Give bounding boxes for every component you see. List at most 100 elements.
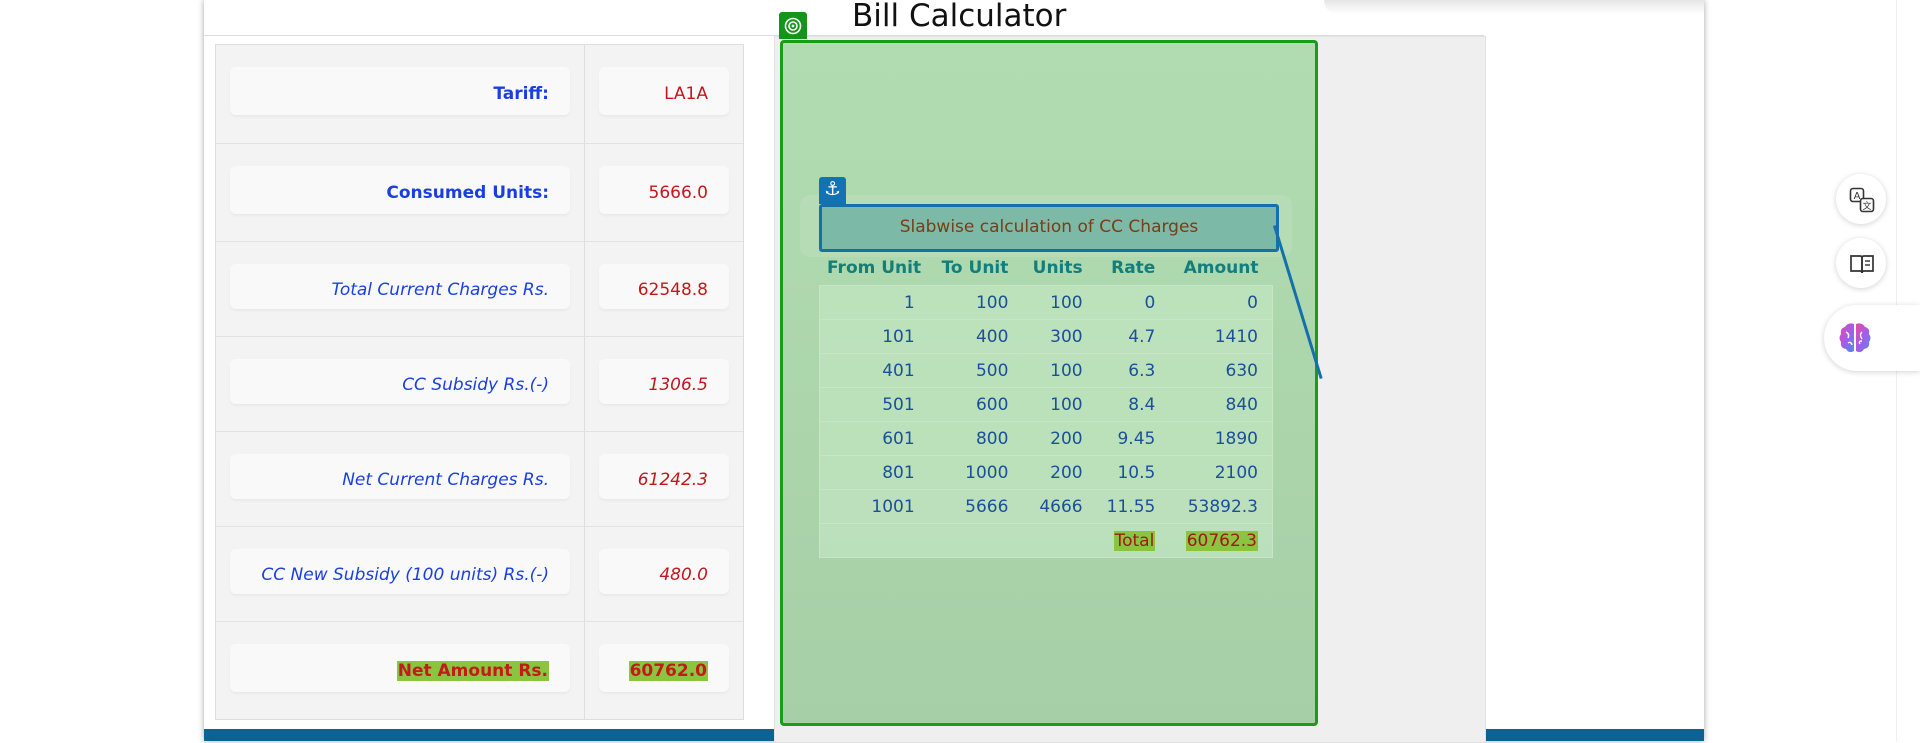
cell: 4666 (1022, 489, 1097, 524)
total-value: 60762.3 (1185, 530, 1258, 551)
slabwise-table: From Unit To Unit Units Rate Amount 1 10… (818, 251, 1274, 558)
summary-value-cell: 60762.0 (585, 622, 743, 720)
cell: 1890 (1169, 421, 1274, 456)
reader-icon (1850, 255, 1874, 274)
empty-cell (1022, 523, 1097, 558)
cell: 5666 (928, 489, 1023, 524)
cell: 10.5 (1096, 455, 1170, 490)
summary-value: LA1A (664, 84, 708, 104)
summary-label: Net Amount Rs. (396, 661, 549, 681)
summary-value: 62548.8 (637, 279, 708, 300)
anchor-button[interactable]: ⚓ (819, 177, 846, 204)
translate-icon: A 文 (1849, 187, 1875, 213)
summary-value-cell: 5666.0 (585, 144, 743, 242)
summary-row-tariff: Tariff: LA1A (216, 45, 743, 143)
cell: 9.45 (1096, 421, 1170, 456)
summary-value: 61242.3 (637, 469, 708, 490)
summary-label-cell: CC Subsidy Rs.(-) (216, 337, 585, 432)
cell: 4.7 (1096, 319, 1170, 354)
cell: 500 (928, 353, 1023, 388)
bill-summary-table: Tariff: LA1A Consumed Units: 5666.0 Tota… (215, 44, 744, 720)
cell: 501 (818, 387, 929, 422)
svg-text:A: A (1854, 191, 1861, 202)
summary-label-cell: Net Current Charges Rs. (216, 432, 585, 527)
cell: 600 (928, 387, 1023, 422)
cell: 800 (928, 421, 1023, 456)
cell: 200 (1022, 455, 1097, 490)
summary-value-cell: 1306.5 (585, 337, 743, 432)
slabwise-header: Slabwise calculation of CC Charges (819, 204, 1279, 252)
translate-button[interactable]: A 文 (1836, 174, 1886, 224)
cell: 100 (1022, 387, 1097, 422)
cell: 200 (1022, 421, 1097, 456)
summary-value: 1306.5 (648, 374, 708, 395)
cell: 100 (1022, 285, 1097, 320)
cell: 300 (1022, 319, 1097, 354)
page-title: Bill Calculator (852, 0, 1067, 34)
ai-assistant-tab[interactable] (1824, 305, 1920, 371)
total-label-cell: Total (1096, 523, 1170, 558)
total-value-cell: 60762.3 (1169, 523, 1274, 558)
summary-label-cell: CC New Subsidy (100 units) Rs.(-) (216, 527, 585, 622)
cell: 8.4 (1096, 387, 1170, 422)
cell: 1410 (1169, 319, 1274, 354)
cell: 1001 (818, 489, 929, 524)
summary-row-cc-subsidy: CC Subsidy Rs.(-) 1306.5 (216, 336, 743, 432)
summary-value: 60762.0 (628, 661, 708, 681)
cell: 2100 (1169, 455, 1274, 490)
cell: 801 (818, 455, 929, 490)
net-amount-label: Net Amount Rs. (396, 661, 549, 681)
cell: 53892.3 (1169, 489, 1274, 524)
summary-label-cell: Tariff: (216, 45, 585, 143)
summary-label-cell: Consumed Units: (216, 144, 585, 242)
total-row: Total 60762.3 (818, 523, 1274, 558)
summary-value: 480.0 (659, 564, 708, 585)
anchor-icon: ⚓ (823, 178, 842, 200)
table-row: 801 1000 200 10.5 2100 (818, 455, 1274, 490)
empty-cell (928, 523, 1023, 558)
summary-value-cell: 61242.3 (585, 432, 743, 527)
cell: 100 (1022, 353, 1097, 388)
cell: 1 (818, 285, 929, 320)
table-row: 101 400 300 4.7 1410 (818, 319, 1274, 354)
cell: 840 (1169, 387, 1274, 422)
summary-value: 5666.0 (648, 183, 708, 203)
table-row: 501 600 100 8.4 840 (818, 387, 1274, 422)
summary-label-cell: Net Amount Rs. (216, 622, 585, 720)
summary-value-cell: 480.0 (585, 527, 743, 622)
target-button[interactable] (779, 12, 807, 39)
cell: 630 (1169, 353, 1274, 388)
cell: 101 (818, 319, 929, 354)
cell: 1000 (928, 455, 1023, 490)
col-amount: Amount (1183, 258, 1259, 278)
slab-header-row: From Unit To Unit Units Rate Amount (820, 251, 1273, 286)
summary-value-cell: 62548.8 (585, 242, 743, 337)
cell: 0 (1169, 285, 1274, 320)
col-to-unit: To Unit (941, 258, 1009, 278)
net-amount-value: 60762.0 (628, 661, 708, 681)
summary-label: Total Current Charges Rs. (331, 279, 549, 300)
table-row: 1001 5666 4666 11.55 53892.3 (818, 489, 1274, 524)
summary-label: Consumed Units: (386, 183, 549, 203)
summary-row-cc-new-subsidy: CC New Subsidy (100 units) Rs.(-) 480.0 (216, 526, 743, 622)
table-row: 1 100 100 0 0 (818, 285, 1274, 320)
summary-row-net-amount: Net Amount Rs. 60762.0 (216, 621, 743, 720)
summary-value-cell: LA1A (585, 45, 743, 143)
cell: 6.3 (1096, 353, 1170, 388)
col-rate: Rate (1111, 258, 1156, 278)
target-icon (784, 17, 802, 35)
svg-text:文: 文 (1862, 200, 1871, 212)
table-row: 601 800 200 9.45 1890 (818, 421, 1274, 456)
cell: 601 (818, 421, 929, 456)
summary-label: Net Current Charges Rs. (342, 469, 549, 490)
reader-button[interactable] (1836, 238, 1886, 288)
summary-label: Tariff: (493, 84, 549, 104)
summary-row-total-current-charges: Total Current Charges Rs. 62548.8 (216, 241, 743, 337)
brain-icon (1839, 323, 1871, 353)
total-label: Total (1113, 530, 1156, 551)
summary-row-net-current-charges: Net Current Charges Rs. 61242.3 (216, 431, 743, 527)
summary-row-consumed-units: Consumed Units: 5666.0 (216, 143, 743, 242)
slabwise-title: Slabwise calculation of CC Charges (899, 217, 1199, 237)
summary-label: CC New Subsidy (100 units) Rs.(-) (261, 564, 549, 585)
col-units: Units (1032, 258, 1083, 278)
